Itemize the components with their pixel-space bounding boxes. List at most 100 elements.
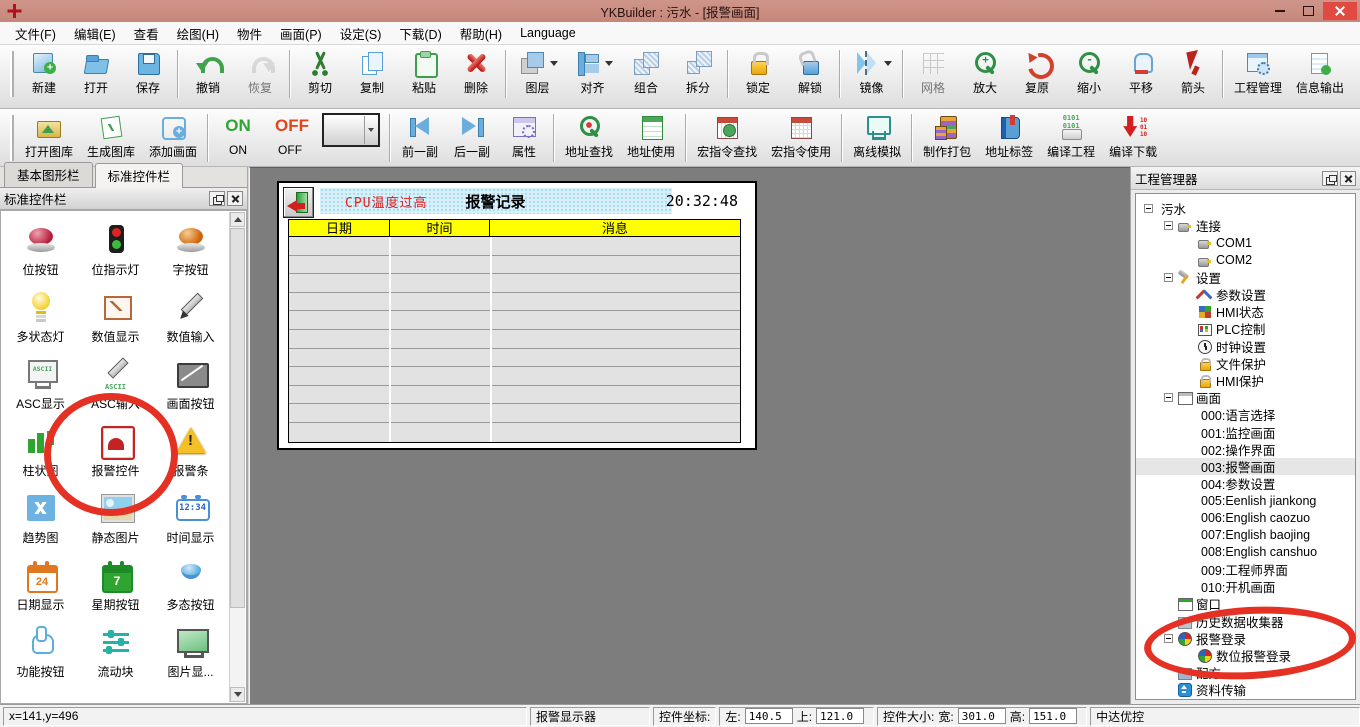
tree-item-003:报警画面[interactable]: 003:报警画面: [1136, 458, 1355, 475]
撤销-button[interactable]: 撤销: [182, 45, 234, 99]
alarm-banner[interactable]: CPU温度过高 报警记录: [320, 188, 672, 214]
chevron-down-icon[interactable]: [550, 61, 558, 66]
design-canvas[interactable]: CPU温度过高 报警记录 20:32:48 日期时间消息: [249, 167, 1130, 704]
剪切-button[interactable]: 剪切: [294, 45, 346, 99]
minimize-button[interactable]: [1265, 2, 1294, 20]
tree-item-002:操作界面[interactable]: 002:操作界面: [1136, 441, 1355, 458]
panel-close-button[interactable]: [1340, 171, 1356, 186]
close-button[interactable]: [1323, 2, 1357, 20]
tree-item-文件保护[interactable]: 文件保护: [1136, 355, 1355, 372]
menu-item-设定(S)[interactable]: 设定(S): [331, 21, 391, 46]
添加画面-button[interactable]: 添加画面: [142, 109, 204, 163]
control-static-picture[interactable]: 静态图片: [78, 483, 153, 550]
control-alarm-control[interactable]: 报警控件: [78, 416, 153, 483]
chevron-down-icon[interactable]: [605, 61, 613, 66]
tree-item-004:参数设置[interactable]: 004:参数设置: [1136, 475, 1355, 492]
tab-标准控件栏[interactable]: 标准控件栏: [95, 163, 184, 188]
放大-button[interactable]: 放大: [959, 45, 1011, 99]
control-bit-lamp[interactable]: 位指示灯: [78, 215, 153, 282]
control-week-button[interactable]: 星期按钮: [78, 550, 153, 617]
tree-item-000:语言选择[interactable]: 000:语言选择: [1136, 406, 1355, 423]
tree-item-窗口[interactable]: 窗口: [1136, 595, 1355, 612]
OFF-button[interactable]: OFF: [264, 109, 316, 160]
tree-item-008:English canshuo[interactable]: 008:English canshuo: [1136, 544, 1355, 561]
保存-button[interactable]: 保存: [122, 45, 174, 99]
chevron-down-icon[interactable]: [884, 61, 892, 66]
解锁-button[interactable]: 解锁: [784, 45, 836, 99]
control-flow-block[interactable]: 流动块: [78, 617, 153, 684]
alarm-record-table[interactable]: 日期时间消息: [288, 219, 741, 443]
图层-button[interactable]: 图层: [510, 45, 565, 99]
menu-item-Language[interactable]: Language: [511, 23, 585, 43]
组合-button[interactable]: 组合: [620, 45, 672, 99]
制作打包-button[interactable]: 制作打包: [916, 109, 978, 163]
后一副-button[interactable]: 后一副: [446, 109, 498, 163]
scroll-up-button[interactable]: [230, 212, 245, 227]
锁定-button[interactable]: 锁定: [732, 45, 784, 99]
复原-button[interactable]: 复原: [1011, 45, 1063, 99]
tree-item-009:工程师界面[interactable]: 009:工程师界面: [1136, 561, 1355, 578]
tree-expander-icon[interactable]: [1164, 273, 1173, 282]
control-time-display[interactable]: 时间显示: [153, 483, 228, 550]
control-bar-graph[interactable]: 柱状图: [3, 416, 78, 483]
平移-button[interactable]: 平移: [1115, 45, 1167, 99]
menu-item-下载(D)[interactable]: 下载(D): [390, 21, 450, 46]
control-function-button[interactable]: 功能按钮: [3, 617, 78, 684]
control-ascii-input[interactable]: ASC输入: [78, 349, 153, 416]
menu-item-绘图(H)[interactable]: 绘图(H): [168, 21, 228, 46]
toolbar-grip[interactable]: [10, 51, 14, 97]
menu-item-物件[interactable]: 物件: [228, 21, 271, 46]
tree-item-画面[interactable]: 画面: [1136, 389, 1355, 406]
tree-item-报警登录[interactable]: 报警登录: [1136, 630, 1355, 647]
tree-item-设置[interactable]: 设置: [1136, 269, 1355, 286]
新建-button[interactable]: 新建: [18, 45, 70, 99]
control-screen-button[interactable]: 画面按钮: [153, 349, 228, 416]
tab-基本图形栏[interactable]: 基本图形栏: [4, 162, 93, 187]
control-picture-display[interactable]: 图片显...: [153, 617, 228, 684]
tree-item-PLC控制[interactable]: PLC控制: [1136, 320, 1355, 337]
control-bit-button[interactable]: 位按钮: [3, 215, 78, 282]
打开图库-button[interactable]: 打开图库: [18, 109, 80, 163]
tree-item-COM1[interactable]: COM1: [1136, 234, 1355, 251]
combo-dropdown-icon[interactable]: [364, 116, 377, 144]
tree-item-HMI保护[interactable]: HMI保护: [1136, 372, 1355, 389]
palette-scrollbar[interactable]: [229, 212, 245, 702]
height-value-field[interactable]: 151.0: [1029, 708, 1077, 724]
信息输出-button[interactable]: 信息输出: [1289, 45, 1351, 99]
tree-item-配方[interactable]: 配方: [1136, 664, 1355, 681]
control-numeric-display[interactable]: 数值显示: [78, 282, 153, 349]
tree-item-连接[interactable]: 连接: [1136, 217, 1355, 234]
restore-button[interactable]: [1294, 2, 1323, 20]
control-date-display[interactable]: 日期显示: [3, 550, 78, 617]
left-value-field[interactable]: 140.5: [745, 708, 793, 724]
生成图库-button[interactable]: 生成图库: [80, 109, 142, 163]
tree-item-005:Eenlish jiankong[interactable]: 005:Eenlish jiankong: [1136, 492, 1355, 509]
menu-item-查看[interactable]: 查看: [125, 21, 168, 46]
tree-item-COM2[interactable]: COM2: [1136, 252, 1355, 269]
拆分-button[interactable]: 拆分: [672, 45, 724, 99]
复制-button[interactable]: 复制: [346, 45, 398, 99]
width-value-field[interactable]: 301.0: [958, 708, 1006, 724]
control-trend-graph[interactable]: 趋势图: [3, 483, 78, 550]
属性-button[interactable]: 属性: [498, 109, 550, 163]
alarm-screen-design[interactable]: CPU温度过高 报警记录 20:32:48 日期时间消息: [277, 181, 757, 450]
ON-button[interactable]: ON: [212, 109, 264, 160]
control-word-button[interactable]: 字按钮: [153, 215, 228, 282]
对齐-button[interactable]: 对齐: [565, 45, 620, 99]
地址查找-button[interactable]: 地址查找: [558, 109, 620, 163]
control-multi-state-lamp[interactable]: 多状态灯: [3, 282, 78, 349]
删除-button[interactable]: 删除: [450, 45, 502, 99]
control-ascii-display[interactable]: ASC显示: [3, 349, 78, 416]
打开-button[interactable]: 打开: [70, 45, 122, 99]
编译下载-button[interactable]: 编译下载: [1102, 109, 1164, 163]
control-multi-state-button[interactable]: 多态按钮: [153, 550, 228, 617]
scrollbar-thumb[interactable]: [230, 228, 245, 608]
panel-float-button[interactable]: [1322, 171, 1338, 186]
tree-item-001:监控画面[interactable]: 001:监控画面: [1136, 423, 1355, 440]
前一副-button[interactable]: 前一副: [394, 109, 446, 163]
panel-float-button[interactable]: [209, 191, 225, 206]
toolbar-grip[interactable]: [10, 115, 14, 161]
tree-item-参数设置[interactable]: 参数设置: [1136, 286, 1355, 303]
tree-item-006:English caozuo[interactable]: 006:English caozuo: [1136, 509, 1355, 526]
scroll-down-button[interactable]: [230, 687, 245, 702]
